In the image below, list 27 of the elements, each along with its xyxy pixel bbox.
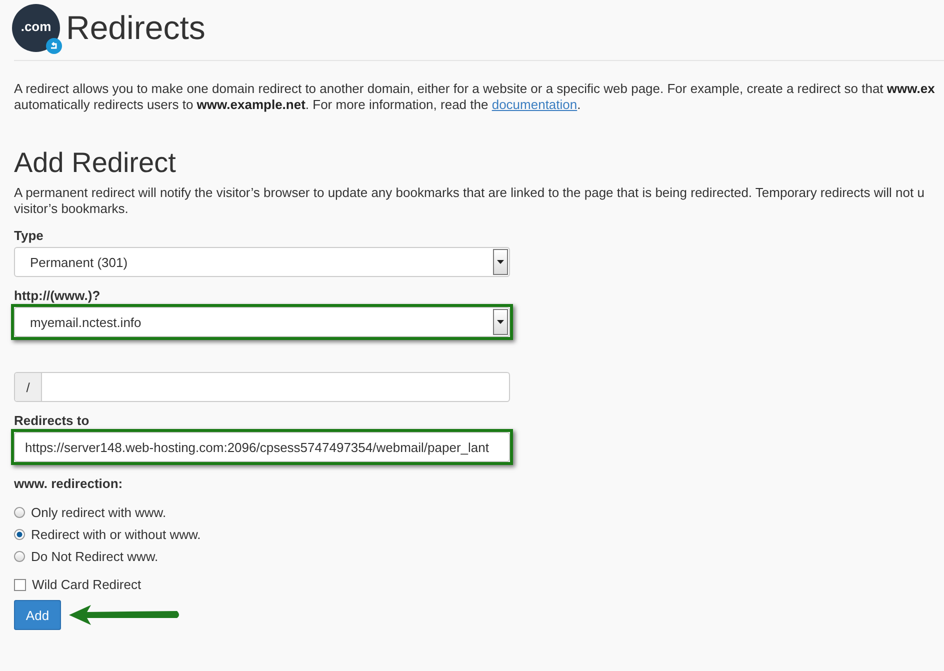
dropdown[interactable]: myemail.nctest.info (14, 307, 510, 337)
radio-label: Only redirect with www. (31, 505, 166, 520)
checkbox-label: Wild Card Redirect (32, 577, 142, 592)
path-input-field[interactable]: / (14, 372, 510, 402)
intro-text: A redirect allows you to make one domain redirect to another domain, either for a website or a specific web page. For example, create a redirect so that www.ex (14, 81, 936, 97)
section-description: A permanent redirect will notify the visitor’s browser to update any bookmarks that are linked to the page that is being redirected. Temporary redirects will not u (14, 185, 926, 201)
field-label: Redirects to (14, 413, 90, 428)
intro-text: . (577, 97, 581, 112)
documentation-link[interactable]: documentation (492, 97, 578, 112)
radio-button[interactable] (14, 507, 25, 518)
dropdown[interactable]: Permanent (301) (14, 247, 510, 277)
radio-label: Do Not Redirect www. (31, 549, 158, 564)
checkbox[interactable] (14, 578, 26, 590)
path-prefix: / (15, 373, 42, 401)
domain-logo: .com (12, 4, 60, 52)
section-description: visitor’s bookmarks. (14, 201, 130, 217)
add-button[interactable]: Add (14, 600, 61, 630)
section-title: Add Redirect (14, 147, 177, 179)
page-title: Redirects (66, 9, 206, 47)
url-input-field[interactable]: https://server148.web-hosting.com:2096/cpsess5747497354/webmail/paper_lant (14, 432, 510, 462)
radio-button[interactable] (14, 551, 25, 562)
radio-button[interactable] (14, 529, 25, 540)
intro-text: automatically redirects users to www.example.net. For more information, read the (14, 97, 488, 112)
field-label: http://(www.)? (14, 288, 102, 303)
radio-label: Redirect with or without www. (31, 527, 201, 542)
field-label: Type (14, 228, 44, 243)
field-label: www. redirection: (14, 476, 124, 491)
